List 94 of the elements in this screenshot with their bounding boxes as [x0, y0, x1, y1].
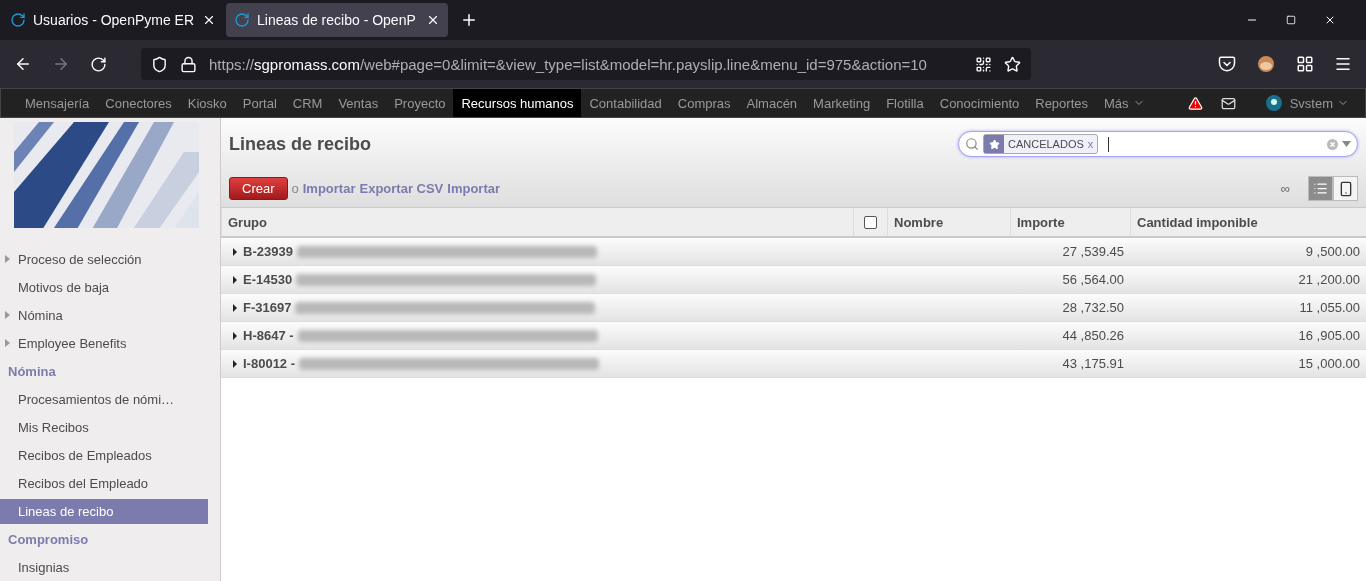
warning-icon[interactable]	[1187, 95, 1203, 111]
list-icon	[1313, 181, 1328, 196]
shield-icon	[151, 55, 168, 73]
site-icon	[10, 12, 26, 28]
group-row[interactable]: F-31697 28 ,732.50 11 ,055.00	[221, 294, 1366, 322]
app-menu-item[interactable]: Compras	[669, 89, 739, 117]
app-menu-item[interactable]: Flotilla	[878, 89, 932, 117]
caret-right-icon[interactable]	[231, 247, 239, 256]
app-menu-item[interactable]: Marketing	[805, 89, 879, 117]
table-cell-text: 44 ,850.26	[1061, 328, 1125, 343]
pager-text: ∞	[1280, 181, 1290, 196]
select-all-checkbox[interactable]	[864, 215, 877, 229]
browser-tab[interactable]: Lineas de recibo - OpenP	[226, 3, 448, 37]
sidebar-item[interactable]: Procesamientos de nómi…	[0, 386, 208, 412]
app-menu-item[interactable]: Reportes	[1027, 89, 1096, 117]
more-menu[interactable]: Más	[1096, 89, 1153, 117]
app-menu-item[interactable]: Kiosko	[179, 89, 235, 117]
sidebar-item[interactable]: Employee Benefits	[0, 330, 208, 356]
app-menu-item[interactable]: Proyecto	[386, 89, 454, 117]
bookmark-star-icon[interactable]	[1004, 55, 1021, 73]
separator-text: o	[291, 181, 299, 196]
app-menu-item[interactable]: Portal	[234, 89, 285, 117]
caret-right-icon[interactable]	[231, 331, 239, 340]
sidebar-item[interactable]: Motivos de baja	[0, 274, 208, 300]
caret-right-icon[interactable]	[231, 359, 239, 368]
group-row[interactable]: B-23939 27 ,539.45 9 ,500.00	[221, 238, 1366, 266]
group-label[interactable]: I-80012 -	[243, 356, 296, 371]
table-cell-text: 21 ,200.00	[1297, 272, 1361, 287]
sidebar-section-title: Compromiso	[7, 530, 90, 549]
remove-facet[interactable]: x	[1087, 138, 1098, 150]
filter-facet: CANCELADOS x	[983, 134, 1099, 154]
star-icon	[988, 138, 1000, 150]
create-button[interactable]: Crear	[229, 177, 288, 200]
dropdown-caret-icon[interactable]	[1342, 141, 1351, 147]
table-cell-text: 28 ,732.50	[1061, 300, 1125, 315]
caret-right-icon[interactable]	[231, 303, 239, 312]
sidebar-item[interactable]: Recibos de Empleados	[0, 442, 208, 468]
sidebar-section-title: Nómina	[7, 362, 57, 381]
page-title: Lineas de recibo	[229, 133, 372, 155]
app-menu-item[interactable]: Mensajería	[17, 89, 98, 117]
new-tab-icon[interactable]	[460, 11, 478, 29]
extensions-icon[interactable]	[1296, 55, 1314, 73]
reload-icon[interactable]	[90, 55, 107, 73]
column-header[interactable]: Nombre	[887, 208, 1010, 236]
group-label[interactable]: F-31697	[243, 300, 292, 315]
close-icon[interactable]	[202, 13, 216, 27]
back-icon[interactable]	[14, 55, 32, 73]
app-menu-item[interactable]: Almacén	[738, 89, 806, 117]
search-field[interactable]: CANCELADOS x	[958, 131, 1358, 157]
avatar-icon	[1265, 95, 1282, 111]
lock-icon	[180, 55, 197, 73]
sidebar-item[interactable]: Mis Recibos	[0, 414, 208, 440]
column-header[interactable]: Importe	[1010, 208, 1130, 236]
menu-icon[interactable]	[1334, 55, 1352, 73]
sidebar-item[interactable]: Proceso de selección	[0, 246, 208, 272]
qr-code-icon[interactable]	[975, 55, 992, 73]
caret-right-icon[interactable]	[231, 275, 239, 284]
form-view-button[interactable]	[1333, 176, 1358, 201]
group-row[interactable]: E-14530 56 ,564.00 21 ,200.00	[221, 266, 1366, 294]
table-cell-text: 11 ,055.00	[1298, 300, 1361, 315]
sidebar-item[interactable]: Recibos del Empleado	[0, 470, 208, 496]
group-label[interactable]: H-8647 -	[243, 328, 294, 343]
app-menu-item[interactable]: Recursos humanos	[453, 89, 582, 117]
group-label[interactable]: B-23939	[243, 244, 293, 259]
search-icon	[965, 137, 979, 151]
close-icon[interactable]	[426, 13, 440, 27]
pocket-icon[interactable]	[1218, 55, 1236, 73]
app-menu-item[interactable]: Conectores	[97, 89, 180, 117]
table-cell-text: 27 ,539.45	[1061, 244, 1125, 259]
column-header[interactable]: Cantidad imponible	[1130, 208, 1366, 236]
app-menu-item[interactable]: Ventas	[330, 89, 387, 117]
maximize-icon[interactable]	[1286, 15, 1296, 25]
app-menu-item[interactable]: CRM	[284, 89, 331, 117]
app-menu-item[interactable]: Contabilidad	[581, 89, 670, 117]
table-cell-text: 16 ,905.00	[1297, 328, 1361, 343]
app-menu-item[interactable]: Conocimiento	[931, 89, 1028, 117]
sidebar-item[interactable]: Lineas de recibo	[0, 498, 208, 524]
group-row[interactable]: I-80012 - 43 ,175.91 15 ,000.00	[221, 350, 1366, 378]
forward-icon[interactable]	[52, 55, 70, 73]
column-header[interactable]: Grupo	[221, 208, 853, 236]
table-cell-text: 43 ,175.91	[1061, 356, 1125, 371]
close-icon[interactable]	[1324, 14, 1336, 26]
table-cell-text: 15 ,000.00	[1297, 356, 1361, 371]
site-icon	[234, 12, 250, 28]
address-bar[interactable]: https://sgpromass.com/web#page=0&limit=&view_type=list&model=hr.payslip.line&menu_id=975&action=10	[141, 48, 1031, 80]
table-cell-text: 56 ,564.00	[1061, 272, 1125, 287]
sidebar-item[interactable]: Insignias	[0, 554, 208, 580]
mail-icon[interactable]	[1220, 95, 1236, 111]
browser-tab[interactable]: Usuarios - OpenPyme ER	[2, 3, 224, 37]
group-label[interactable]: E-14530	[243, 272, 293, 287]
sidebar-item[interactable]: Nómina	[0, 302, 208, 328]
user-menu[interactable]: Svstem	[1281, 89, 1357, 117]
group-row[interactable]: H-8647 - 44 ,850.26 16 ,905.00	[221, 322, 1366, 350]
table-cell-text: 9 ,500.00	[1304, 244, 1361, 259]
